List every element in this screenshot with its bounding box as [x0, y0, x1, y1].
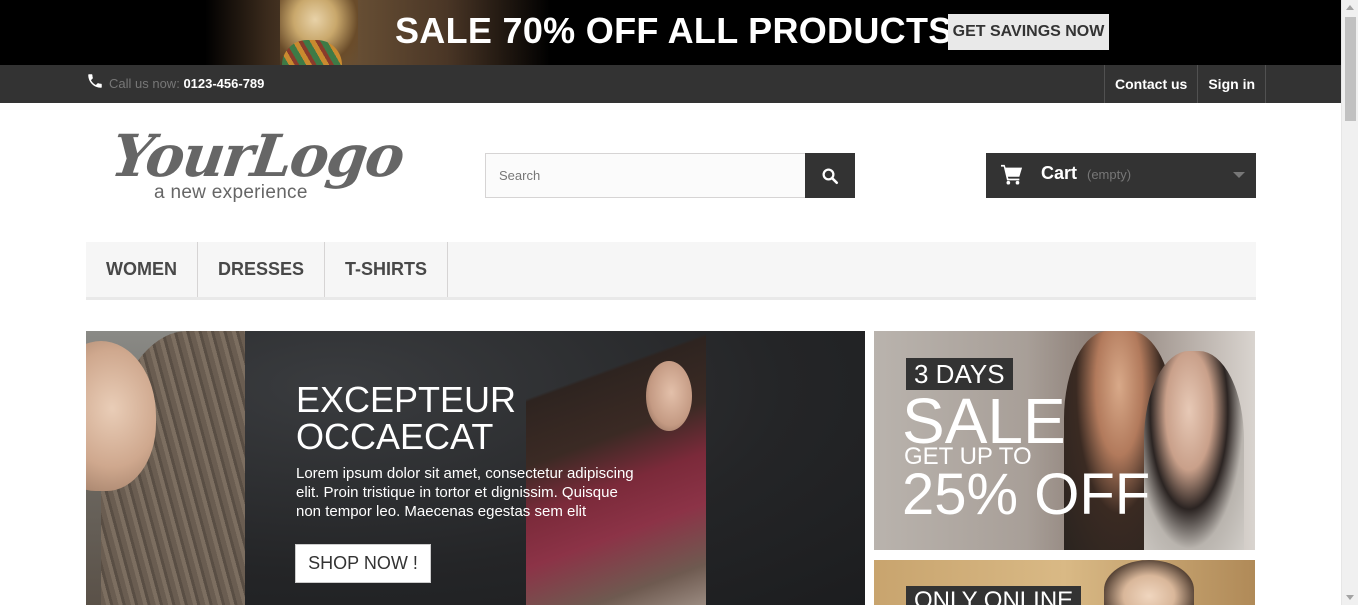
phone-number: 0123-456-789 — [183, 76, 265, 91]
get-savings-button[interactable]: GET SAVINGS NOW — [948, 14, 1109, 50]
contact-us-link[interactable]: Contact us — [1104, 65, 1197, 103]
online-banner[interactable]: ONLY ONLINE — [874, 560, 1255, 605]
hero-slider[interactable]: EXCEPTEUR OCCAECAT Lorem ipsum dolor sit… — [86, 331, 865, 605]
scroll-up-icon[interactable] — [1346, 5, 1354, 10]
search-button[interactable] — [805, 153, 855, 198]
top-nav: Contact us Sign in — [1104, 65, 1267, 103]
logo-script: YourLogo — [107, 122, 408, 190]
top-bar: Call us now: 0123-456-789 Contact us Sig… — [0, 65, 1341, 103]
logo[interactable]: YourLogo a new experience — [107, 122, 407, 212]
cart-label: Cart — [1041, 163, 1078, 183]
sale-banner[interactable]: 3 DAYS SALE GET UP TO 25% OFF — [874, 331, 1255, 550]
hero-text: Lorem ipsum dolor sit amet, consectetur … — [296, 465, 634, 520]
scroll-down-icon[interactable] — [1346, 595, 1354, 600]
phone-icon — [88, 74, 102, 88]
sign-in-link[interactable]: Sign in — [1197, 65, 1267, 103]
shop-now-button[interactable]: SHOP NOW ! — [295, 544, 431, 583]
banner-model-image — [1104, 560, 1194, 605]
promo-headline: SALE 70% OFF ALL PRODUCTS — [395, 10, 953, 51]
search-icon — [822, 168, 839, 184]
menu-item-women[interactable]: WOMEN — [86, 242, 198, 297]
menu-item-tshirts[interactable]: T-SHIRTS — [325, 242, 449, 297]
promo-banner[interactable]: SALE 70% OFF ALL PRODUCTS GET SAVINGS NO… — [0, 0, 1341, 65]
vertical-scrollbar[interactable] — [1341, 0, 1358, 605]
chevron-down-icon — [1233, 172, 1245, 178]
search-bar — [485, 153, 855, 198]
banner-discount: 25% OFF — [902, 462, 1151, 527]
menu-item-dresses[interactable]: DRESSES — [198, 242, 326, 297]
scroll-thumb[interactable] — [1345, 17, 1356, 121]
main-menu: WOMEN DRESSES T-SHIRTS — [86, 242, 1256, 300]
logo-tagline: a new experience — [154, 182, 308, 203]
cart-status: (empty) — [1087, 167, 1132, 182]
banner-woman-image — [1144, 351, 1244, 550]
hero-title: EXCEPTEUR OCCAECAT — [296, 379, 517, 457]
banner-only-online: ONLY ONLINE — [906, 586, 1082, 605]
cart-icon — [1001, 164, 1023, 185]
hero-model-face — [646, 361, 692, 431]
cart-button[interactable]: Cart (empty) — [986, 153, 1256, 198]
call-us-text: Call us now: 0123-456-789 — [109, 76, 264, 91]
call-us-label: Call us now: — [109, 76, 180, 91]
search-input[interactable] — [485, 153, 805, 198]
